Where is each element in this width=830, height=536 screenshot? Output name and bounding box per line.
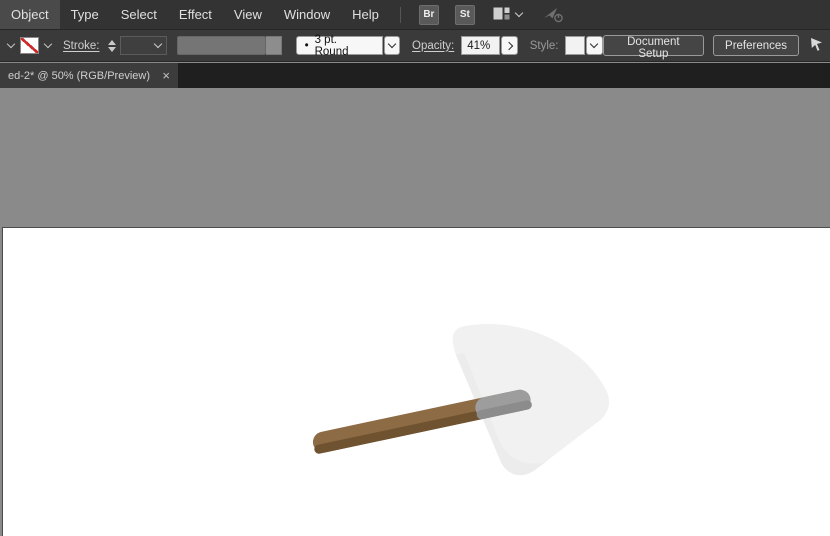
stepper-up-icon[interactable] [108,40,116,45]
style-dropdown-chevron[interactable] [586,36,602,55]
arrange-documents-control[interactable] [493,7,522,23]
brush-definition-dropdown[interactable]: • 3 pt. Round [296,36,383,55]
menubar-divider [400,7,401,23]
document-tab-title: ed-2* @ 50% (RGB/Preview) [8,70,150,82]
cursor-icon [808,35,826,56]
none-slash-icon [21,38,38,53]
chevron-down-icon [590,40,598,48]
stroke-label[interactable]: Stroke: [63,40,99,52]
chevron-right-icon [505,41,513,49]
bridge-button[interactable]: Br [419,5,439,25]
chevron-down-icon[interactable] [44,40,52,48]
share-icon[interactable] [542,6,564,23]
chevron-down-icon [388,40,396,48]
preferences-button[interactable]: Preferences [713,35,799,56]
menu-object[interactable]: Object [0,0,60,29]
fill-none-swatch[interactable] [20,37,39,54]
brush-definition-value: 3 pt. Round [315,34,372,58]
menu-window[interactable]: Window [273,0,341,29]
stroke-profile-chevron[interactable] [266,36,281,55]
layout-grid-icon [493,7,510,23]
menu-help[interactable]: Help [341,0,390,29]
stroke-profile-dropdown[interactable] [177,36,266,55]
chevron-down-icon [515,9,523,17]
close-tab-icon[interactable]: × [162,69,170,82]
brush-preview-dot: • [305,40,309,52]
menu-effect[interactable]: Effect [168,0,223,29]
stroke-weight-field[interactable] [120,36,167,55]
brush-definition-chevron[interactable] [384,36,400,55]
chevron-down-icon [269,40,277,48]
opacity-label[interactable]: Opacity: [412,40,454,52]
stock-button[interactable]: St [455,5,475,25]
shovel-illustration[interactable] [289,310,619,495]
artboard[interactable] [2,227,830,536]
chevron-down-icon[interactable] [7,40,15,48]
stroke-weight-stepper[interactable] [106,38,118,54]
opacity-submenu-arrow[interactable] [501,36,517,55]
menu-bar: Object Type Select Effect View Window He… [0,0,830,29]
pasteboard[interactable] [0,88,830,536]
style-label: Style: [530,40,559,52]
menu-select[interactable]: Select [110,0,168,29]
chevron-down-icon [154,40,162,48]
stepper-down-icon[interactable] [108,47,116,52]
opacity-value: 41% [467,40,490,52]
menu-view[interactable]: View [223,0,273,29]
control-bar: Stroke: • 3 pt. Round Opacity: 41% Style… [0,29,830,62]
control-right-group: Document Setup Preferences [603,35,830,56]
opacity-field[interactable]: 41% [461,36,500,55]
document-tab[interactable]: ed-2* @ 50% (RGB/Preview) × [0,63,178,88]
menu-type[interactable]: Type [60,0,110,29]
document-tab-bar: ed-2* @ 50% (RGB/Preview) × [0,63,830,88]
style-dropdown[interactable] [565,36,585,55]
document-setup-button[interactable]: Document Setup [603,35,704,56]
